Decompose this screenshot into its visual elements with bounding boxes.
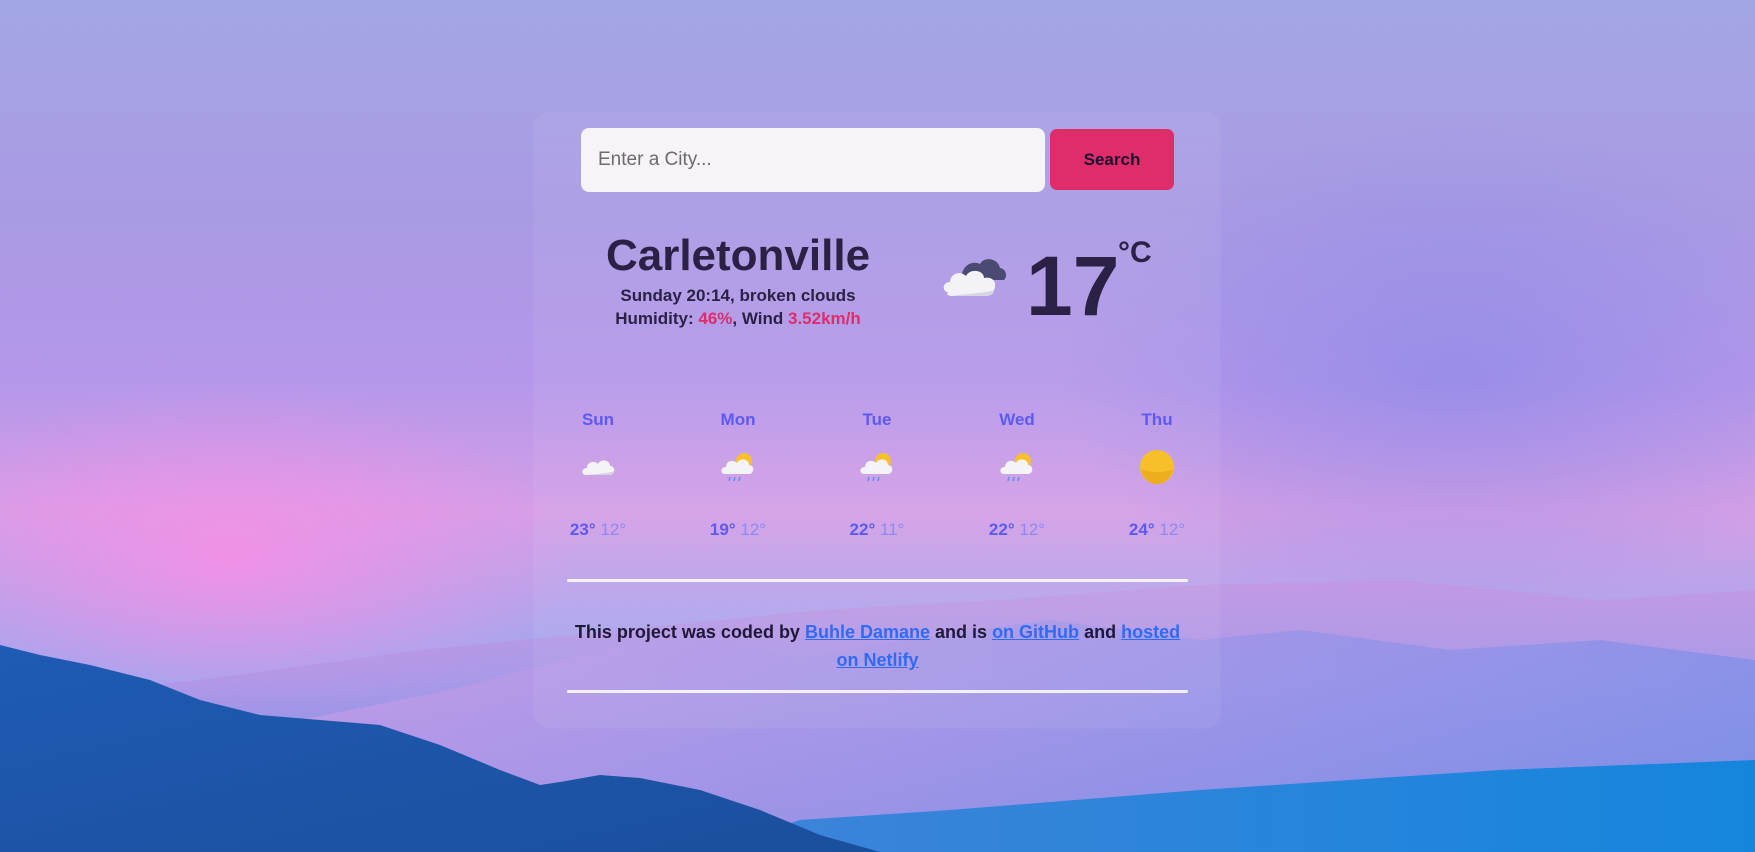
- forecast-day: Thu 24° 12°: [1107, 409, 1207, 541]
- city-name: Carletonville: [605, 231, 871, 280]
- search-button[interactable]: Search: [1050, 129, 1174, 190]
- forecast-max: 24°: [1128, 520, 1155, 539]
- forecast-max: 22°: [988, 520, 1015, 539]
- forecast-max: 19°: [709, 520, 736, 539]
- forecast-temps: 23° 12°: [548, 519, 648, 541]
- wind-label: Wind: [741, 309, 784, 328]
- forecast-max: 23°: [569, 520, 596, 539]
- humidity-value: 46%: [698, 309, 733, 328]
- forecast-min: 12°: [740, 520, 767, 539]
- forecast-temps: 19° 12°: [688, 519, 788, 541]
- footer-text: and: [1084, 622, 1117, 642]
- city-search-input[interactable]: [581, 128, 1045, 192]
- current-temperature: 17: [1026, 239, 1120, 333]
- forecast-temps: 22° 12°: [967, 519, 1067, 541]
- forecast-day-name: Wed: [999, 410, 1035, 429]
- humidity-label: Humidity:: [615, 309, 694, 328]
- footer-text: and is: [935, 622, 988, 642]
- wind-value: 3.52km/h: [787, 309, 861, 328]
- forecast-temps: 22° 11°: [827, 519, 927, 541]
- sun-rain-cloud-icon: [1000, 453, 1033, 482]
- day-time: Sunday 20:14: [620, 286, 730, 305]
- forecast-day-name: Thu: [1141, 410, 1173, 429]
- sun-rain-cloud-icon: [721, 453, 754, 482]
- forecast-min: 12°: [1159, 520, 1186, 539]
- weather-details: Sunday 20:14, broken clouds Humidity: 46…: [568, 284, 908, 330]
- forecast-day: Sun 23° 12°: [548, 409, 648, 541]
- forecast-min: 12°: [1019, 520, 1046, 539]
- forecast-min: 11°: [880, 520, 905, 539]
- forecast-day: Tue 22° 11°: [827, 409, 927, 541]
- forecast-day-name: Sun: [581, 410, 615, 429]
- sun-icon: [1140, 450, 1174, 484]
- cloud-icon: [582, 460, 615, 475]
- divider-bottom: [567, 690, 1188, 693]
- divider-top: [567, 579, 1188, 582]
- broken-clouds-icon: [943, 259, 1007, 296]
- forecast-day: Wed 22° 12°: [967, 409, 1067, 541]
- forecast-day-name: Tue: [862, 410, 892, 429]
- forecast-day: Mon 19° 12°: [688, 409, 788, 541]
- author-link[interactable]: Buhle Damane: [805, 622, 930, 642]
- forecast-min: 12°: [600, 520, 627, 539]
- weather-description: broken clouds: [739, 286, 856, 305]
- forecast-temps: 24° 12°: [1107, 519, 1207, 541]
- footer-text: This project was coded by: [574, 622, 800, 642]
- forecast-max: 22°: [849, 520, 876, 539]
- sun-rain-cloud-icon: [860, 453, 893, 482]
- temperature-unit: °C: [1118, 236, 1152, 269]
- footer: This project was coded by Buhle Damane a…: [567, 618, 1188, 674]
- date-description: Sunday 20:14, broken clouds: [620, 286, 856, 305]
- github-link[interactable]: on GitHub: [992, 622, 1079, 642]
- humidity-wind: Humidity: 46%, Wind 3.52km/h: [615, 309, 861, 328]
- forecast-day-name: Mon: [720, 410, 756, 429]
